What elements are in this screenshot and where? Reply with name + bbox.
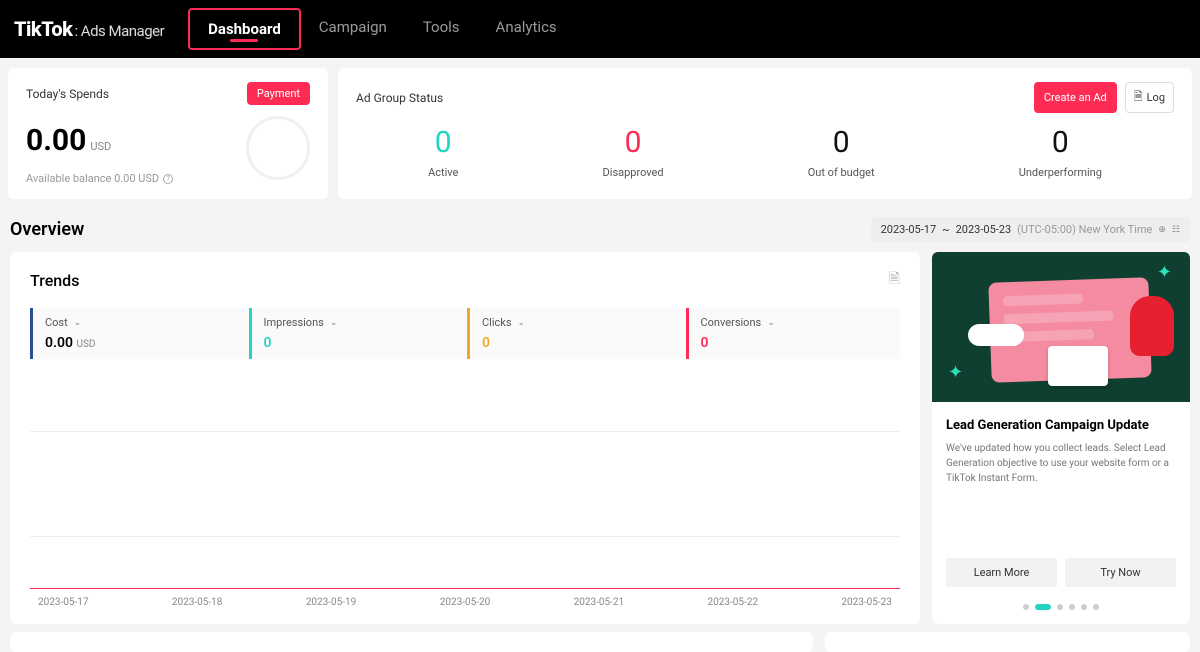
- overview-title: Overview: [10, 219, 84, 240]
- promo-title: Lead Generation Campaign Update: [946, 418, 1176, 433]
- status-out-of-budget[interactable]: 0 Out of budget: [808, 125, 875, 179]
- document-icon: 🗎: [1134, 88, 1143, 107]
- bottom-row: [0, 632, 1200, 652]
- trends-chart: [30, 379, 900, 589]
- main-area: Trends 🗎 Cost⌄ 0.00 USD Impressions⌄ 0 C…: [0, 246, 1200, 630]
- create-ad-button[interactable]: Create an Ad: [1034, 82, 1117, 113]
- status-active[interactable]: 0 Active: [428, 125, 458, 179]
- trends-title: Trends: [30, 271, 79, 290]
- date-range-picker[interactable]: 2023-05-17~2023-05-23 (UTC-05:00) New Yo…: [871, 217, 1190, 242]
- metric-clicks[interactable]: Clicks⌄ 0: [467, 308, 682, 359]
- top-cards: Today's Spends Payment 0.00USD Available…: [0, 58, 1200, 209]
- metric-row: Cost⌄ 0.00 USD Impressions⌄ 0 Clicks⌄ 0 …: [30, 308, 900, 359]
- try-now-button[interactable]: Try Now: [1065, 558, 1176, 587]
- bottom-card-right: [825, 632, 1190, 652]
- metric-cost[interactable]: Cost⌄ 0.00 USD: [30, 308, 245, 359]
- nav-campaign[interactable]: Campaign: [301, 8, 405, 50]
- globe-icon: ⊕: [1158, 225, 1166, 235]
- overview-row: Overview 2023-05-17~2023-05-23 (UTC-05:0…: [0, 209, 1200, 246]
- learn-more-button[interactable]: Learn More: [946, 558, 1057, 587]
- promo-illustration: ✦ ✦: [932, 252, 1190, 402]
- status-underperforming[interactable]: 0 Underperforming: [1019, 125, 1102, 179]
- chart-x-axis: 2023-05-172023-05-182023-05-192023-05-20…: [30, 597, 900, 608]
- chevron-down-icon: ⌄: [518, 318, 526, 328]
- log-button[interactable]: 🗎Log: [1125, 82, 1174, 113]
- calendar-icon: ☷: [1172, 225, 1180, 235]
- bottom-card-left: [10, 632, 813, 652]
- trends-card: Trends 🗎 Cost⌄ 0.00 USD Impressions⌄ 0 C…: [10, 252, 920, 624]
- nav-dashboard[interactable]: Dashboard: [188, 8, 301, 50]
- spend-gauge-icon: [246, 116, 310, 180]
- nav-tools[interactable]: Tools: [405, 8, 478, 50]
- promo-pagination[interactable]: [932, 595, 1190, 624]
- status-card: Ad Group Status Create an Ad 🗎Log 0 Acti…: [338, 68, 1192, 199]
- top-nav: TikTok: Ads Manager Dashboard Campaign T…: [0, 0, 1200, 58]
- info-icon[interactable]: ?: [163, 174, 173, 184]
- status-title: Ad Group Status: [356, 91, 443, 105]
- chevron-down-icon: ⌄: [74, 318, 82, 328]
- export-icon[interactable]: 🗎: [889, 268, 900, 292]
- chevron-down-icon: ⌄: [767, 318, 775, 328]
- spend-title: Today's Spends: [26, 87, 109, 101]
- spend-card: Today's Spends Payment 0.00USD Available…: [8, 68, 328, 199]
- chevron-down-icon: ⌄: [330, 318, 338, 328]
- status-disapproved[interactable]: 0 Disapproved: [603, 125, 664, 179]
- promo-card: ✦ ✦ Lead Generation Campaign Update We'v…: [932, 252, 1190, 624]
- metric-conversions[interactable]: Conversions⌄ 0: [686, 308, 901, 359]
- promo-desc: We've updated how you collect leads. Sel…: [946, 441, 1176, 486]
- payment-button[interactable]: Payment: [247, 82, 310, 105]
- metric-impressions[interactable]: Impressions⌄ 0: [249, 308, 464, 359]
- nav-items: Dashboard Campaign Tools Analytics: [188, 8, 575, 50]
- brand-logo: TikTok: Ads Manager: [14, 17, 164, 41]
- nav-analytics[interactable]: Analytics: [478, 8, 575, 50]
